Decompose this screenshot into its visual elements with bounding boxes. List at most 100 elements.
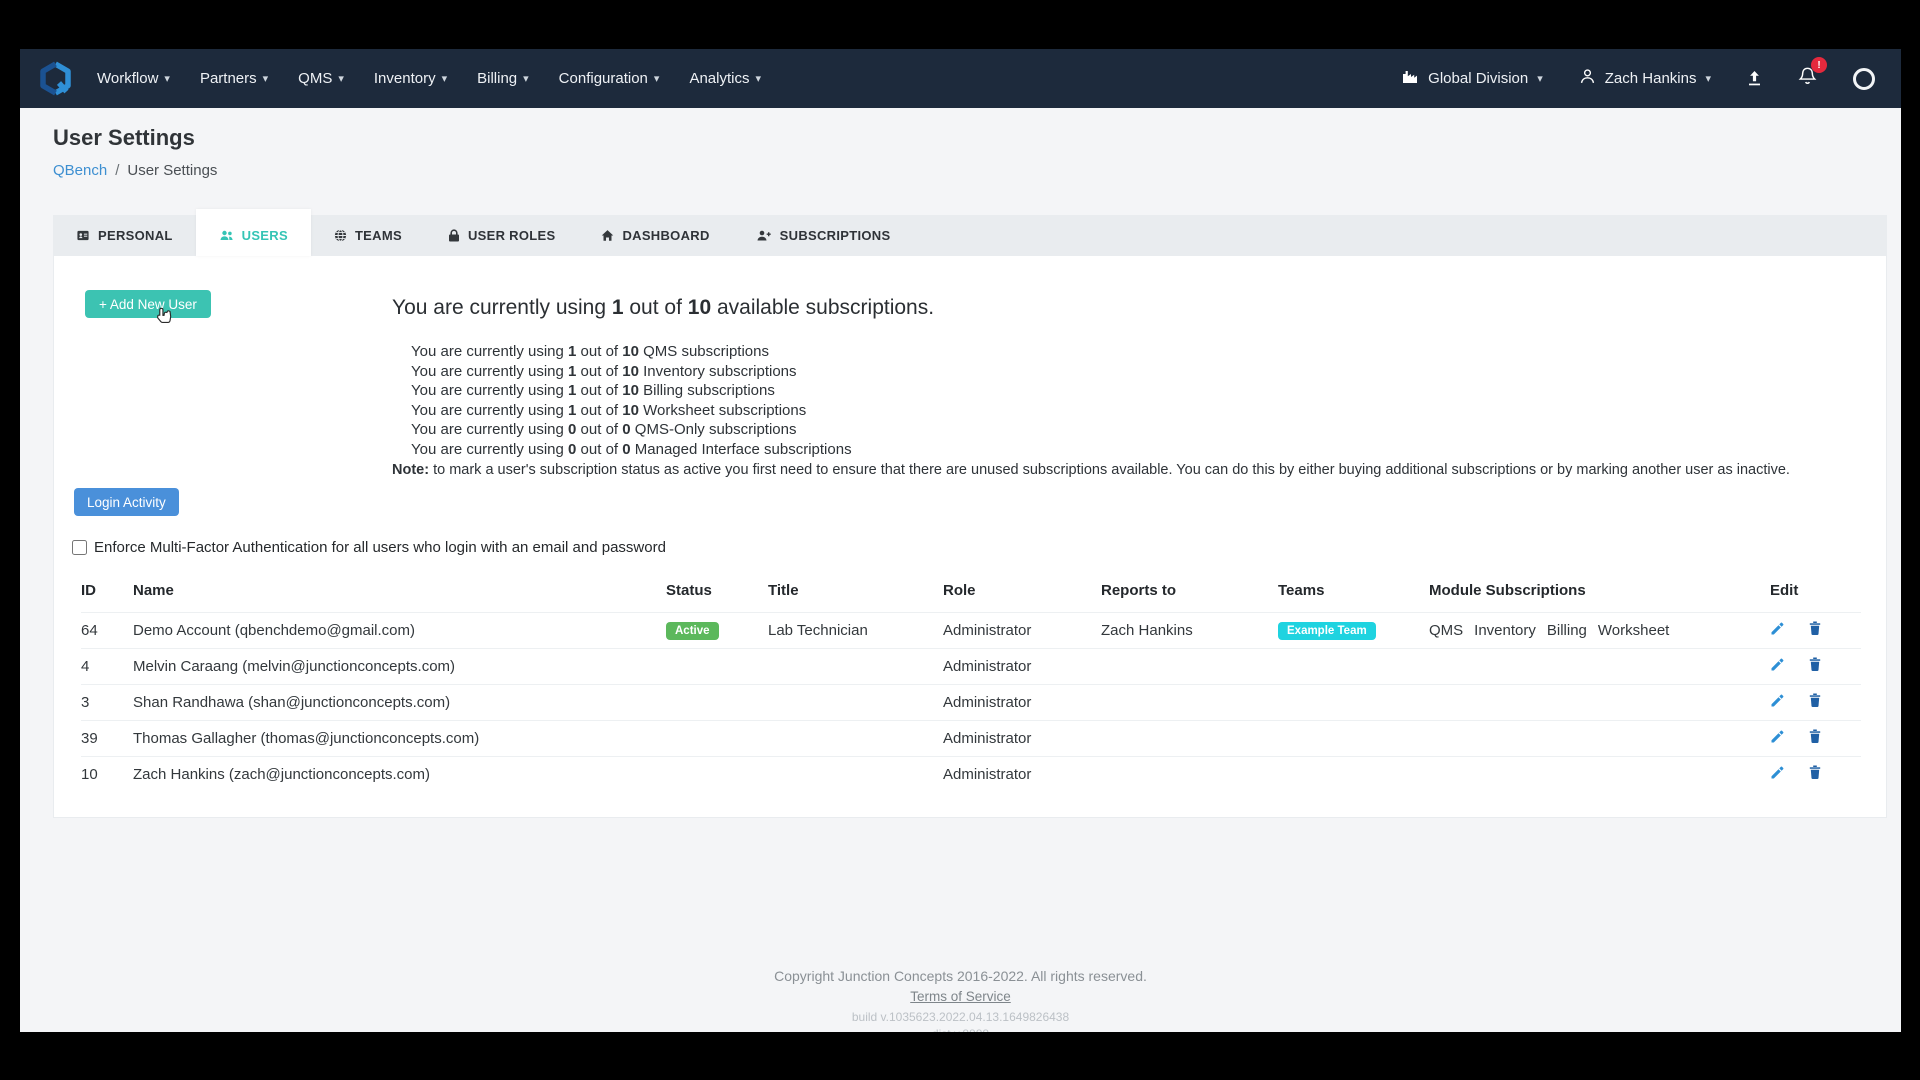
nav-item-inventory[interactable]: Inventory▾ xyxy=(374,70,447,87)
cell-module-subscriptions: QMSInventoryBillingWorksheet xyxy=(1429,613,1770,649)
tab-users[interactable]: USERS xyxy=(196,209,311,256)
cell-status: Active xyxy=(666,613,768,649)
cell-reports-to xyxy=(1101,721,1278,757)
tab-subscriptions[interactable]: SUBSCRIPTIONS xyxy=(733,215,914,256)
cell-module-subscriptions xyxy=(1429,757,1770,793)
usage-line: You are currently using 0 out of 0 QMS-O… xyxy=(411,420,852,440)
cell-title xyxy=(768,721,943,757)
edit-user-button[interactable] xyxy=(1770,621,1785,639)
cell-id: 39 xyxy=(81,721,133,757)
add-new-user-button[interactable]: + Add New User xyxy=(85,290,211,318)
notifications-button[interactable]: ! xyxy=(1798,66,1817,91)
column-header-module-subscriptions: Module Subscriptions xyxy=(1429,576,1770,613)
cell-id: 4 xyxy=(81,649,133,685)
nav-item-analytics[interactable]: Analytics▾ xyxy=(689,70,761,87)
usage-line: You are currently using 1 out of 10 Bill… xyxy=(411,381,852,401)
cell-teams xyxy=(1278,649,1429,685)
pencil-icon xyxy=(1770,732,1785,747)
breadcrumb: QBench / User Settings xyxy=(53,162,217,179)
cell-edit xyxy=(1770,721,1861,757)
chevron-down-icon: ▾ xyxy=(338,72,344,85)
lock-icon xyxy=(448,229,460,242)
globe-icon xyxy=(334,229,347,242)
pencil-icon xyxy=(1770,624,1785,639)
cell-id: 3 xyxy=(81,685,133,721)
edit-user-button[interactable] xyxy=(1770,657,1785,675)
pencil-icon xyxy=(1770,696,1785,711)
cell-edit xyxy=(1770,613,1861,649)
breadcrumb-home-link[interactable]: QBench xyxy=(53,162,107,179)
cell-status xyxy=(666,649,768,685)
browser-viewport: Workflow▾Partners▾QMS▾Inventory▾Billing▾… xyxy=(20,49,1901,1032)
cell-module-subscriptions xyxy=(1429,685,1770,721)
cell-status xyxy=(666,721,768,757)
cell-reports-to xyxy=(1101,649,1278,685)
cell-module-subscriptions xyxy=(1429,649,1770,685)
factory-icon xyxy=(1401,69,1419,88)
page-title: User Settings xyxy=(53,125,217,151)
letterboxed-desktop: Workflow▾Partners▾QMS▾Inventory▾Billing▾… xyxy=(0,0,1920,1080)
team-badge: Example Team xyxy=(1278,622,1376,640)
users-table: IDNameStatusTitleRoleReports toTeamsModu… xyxy=(81,576,1861,792)
login-activity-button[interactable]: Login Activity xyxy=(74,488,179,516)
nav-item-workflow[interactable]: Workflow▾ xyxy=(97,70,170,87)
tab-personal[interactable]: PERSONAL xyxy=(53,215,196,256)
page-head: User Settings QBench / User Settings xyxy=(53,125,217,179)
footer-dist-version: dist v.8888 xyxy=(20,1027,1901,1032)
cell-title xyxy=(768,685,943,721)
terms-of-service-link[interactable]: Terms of Service xyxy=(910,989,1011,1004)
cell-teams xyxy=(1278,757,1429,793)
edit-user-button[interactable] xyxy=(1770,765,1785,783)
cell-status xyxy=(666,757,768,793)
delete-user-button[interactable] xyxy=(1809,765,1821,783)
division-label: Global Division xyxy=(1428,70,1528,87)
tab-label: USER ROLES xyxy=(468,228,556,243)
cell-role: Administrator xyxy=(943,613,1101,649)
column-header-reports-to: Reports to xyxy=(1101,576,1278,613)
cell-title: Lab Technician xyxy=(768,613,943,649)
cell-name: Melvin Caraang (melvin@junctionconcepts.… xyxy=(133,649,666,685)
partial-circle-icon[interactable] xyxy=(1853,68,1875,90)
nav-item-configuration[interactable]: Configuration▾ xyxy=(559,70,660,87)
edit-user-button[interactable] xyxy=(1770,693,1785,711)
user-dropdown[interactable]: Zach Hankins ▾ xyxy=(1579,68,1711,89)
delete-user-button[interactable] xyxy=(1809,729,1821,747)
user-plus-icon xyxy=(756,229,772,242)
footer-copyright: Copyright Junction Concepts 2016-2022. A… xyxy=(20,968,1901,984)
nav-item-qms[interactable]: QMS▾ xyxy=(298,70,344,87)
table-row: 39Thomas Gallagher (thomas@junctionconce… xyxy=(81,721,1861,757)
delete-user-button[interactable] xyxy=(1809,657,1821,675)
edit-user-button[interactable] xyxy=(1770,729,1785,747)
cell-name: Demo Account (qbenchdemo@gmail.com) xyxy=(133,613,666,649)
delete-user-button[interactable] xyxy=(1809,693,1821,711)
settings-tab-card: PERSONALUSERSTEAMSUSER ROLESDASHBOARDSUB… xyxy=(53,215,1887,818)
tabs-row: PERSONALUSERSTEAMSUSER ROLESDASHBOARDSUB… xyxy=(53,215,1887,256)
cell-teams: Example Team xyxy=(1278,613,1429,649)
cell-title xyxy=(768,757,943,793)
cell-edit xyxy=(1770,649,1861,685)
subscription-note: Note: to mark a user's subscription stat… xyxy=(392,462,1790,478)
subscription-summary: You are currently using 1 out of 10 avai… xyxy=(392,296,934,320)
cell-title xyxy=(768,649,943,685)
mfa-checkbox-label: Enforce Multi-Factor Authentication for … xyxy=(94,539,666,556)
qbench-logo-icon[interactable] xyxy=(40,61,71,96)
chevron-down-icon: ▾ xyxy=(442,72,448,85)
tab-label: PERSONAL xyxy=(98,228,173,243)
module-tag: Inventory xyxy=(1474,622,1536,639)
cell-name: Thomas Gallagher (thomas@junctionconcept… xyxy=(133,721,666,757)
nav-menu: Workflow▾ Partners▾ QMS▾ Inventory▾ Billing▾… xyxy=(97,70,761,87)
cell-reports-to: Zach Hankins xyxy=(1101,613,1278,649)
tab-user-roles[interactable]: USER ROLES xyxy=(425,215,579,256)
table-row: 4Melvin Caraang (melvin@junctionconcepts… xyxy=(81,649,1861,685)
division-dropdown[interactable]: Global Division ▾ xyxy=(1401,69,1543,88)
upload-button[interactable] xyxy=(1747,70,1762,87)
tab-teams[interactable]: TEAMS xyxy=(311,215,425,256)
tab-dashboard[interactable]: DASHBOARD xyxy=(578,215,732,256)
cell-teams xyxy=(1278,685,1429,721)
delete-user-button[interactable] xyxy=(1809,621,1821,639)
mfa-checkbox[interactable] xyxy=(72,540,87,555)
nav-item-billing[interactable]: Billing▾ xyxy=(477,70,529,87)
nav-item-partners[interactable]: Partners▾ xyxy=(200,70,268,87)
pencil-icon xyxy=(1770,768,1785,783)
chevron-down-icon: ▾ xyxy=(1705,72,1711,85)
